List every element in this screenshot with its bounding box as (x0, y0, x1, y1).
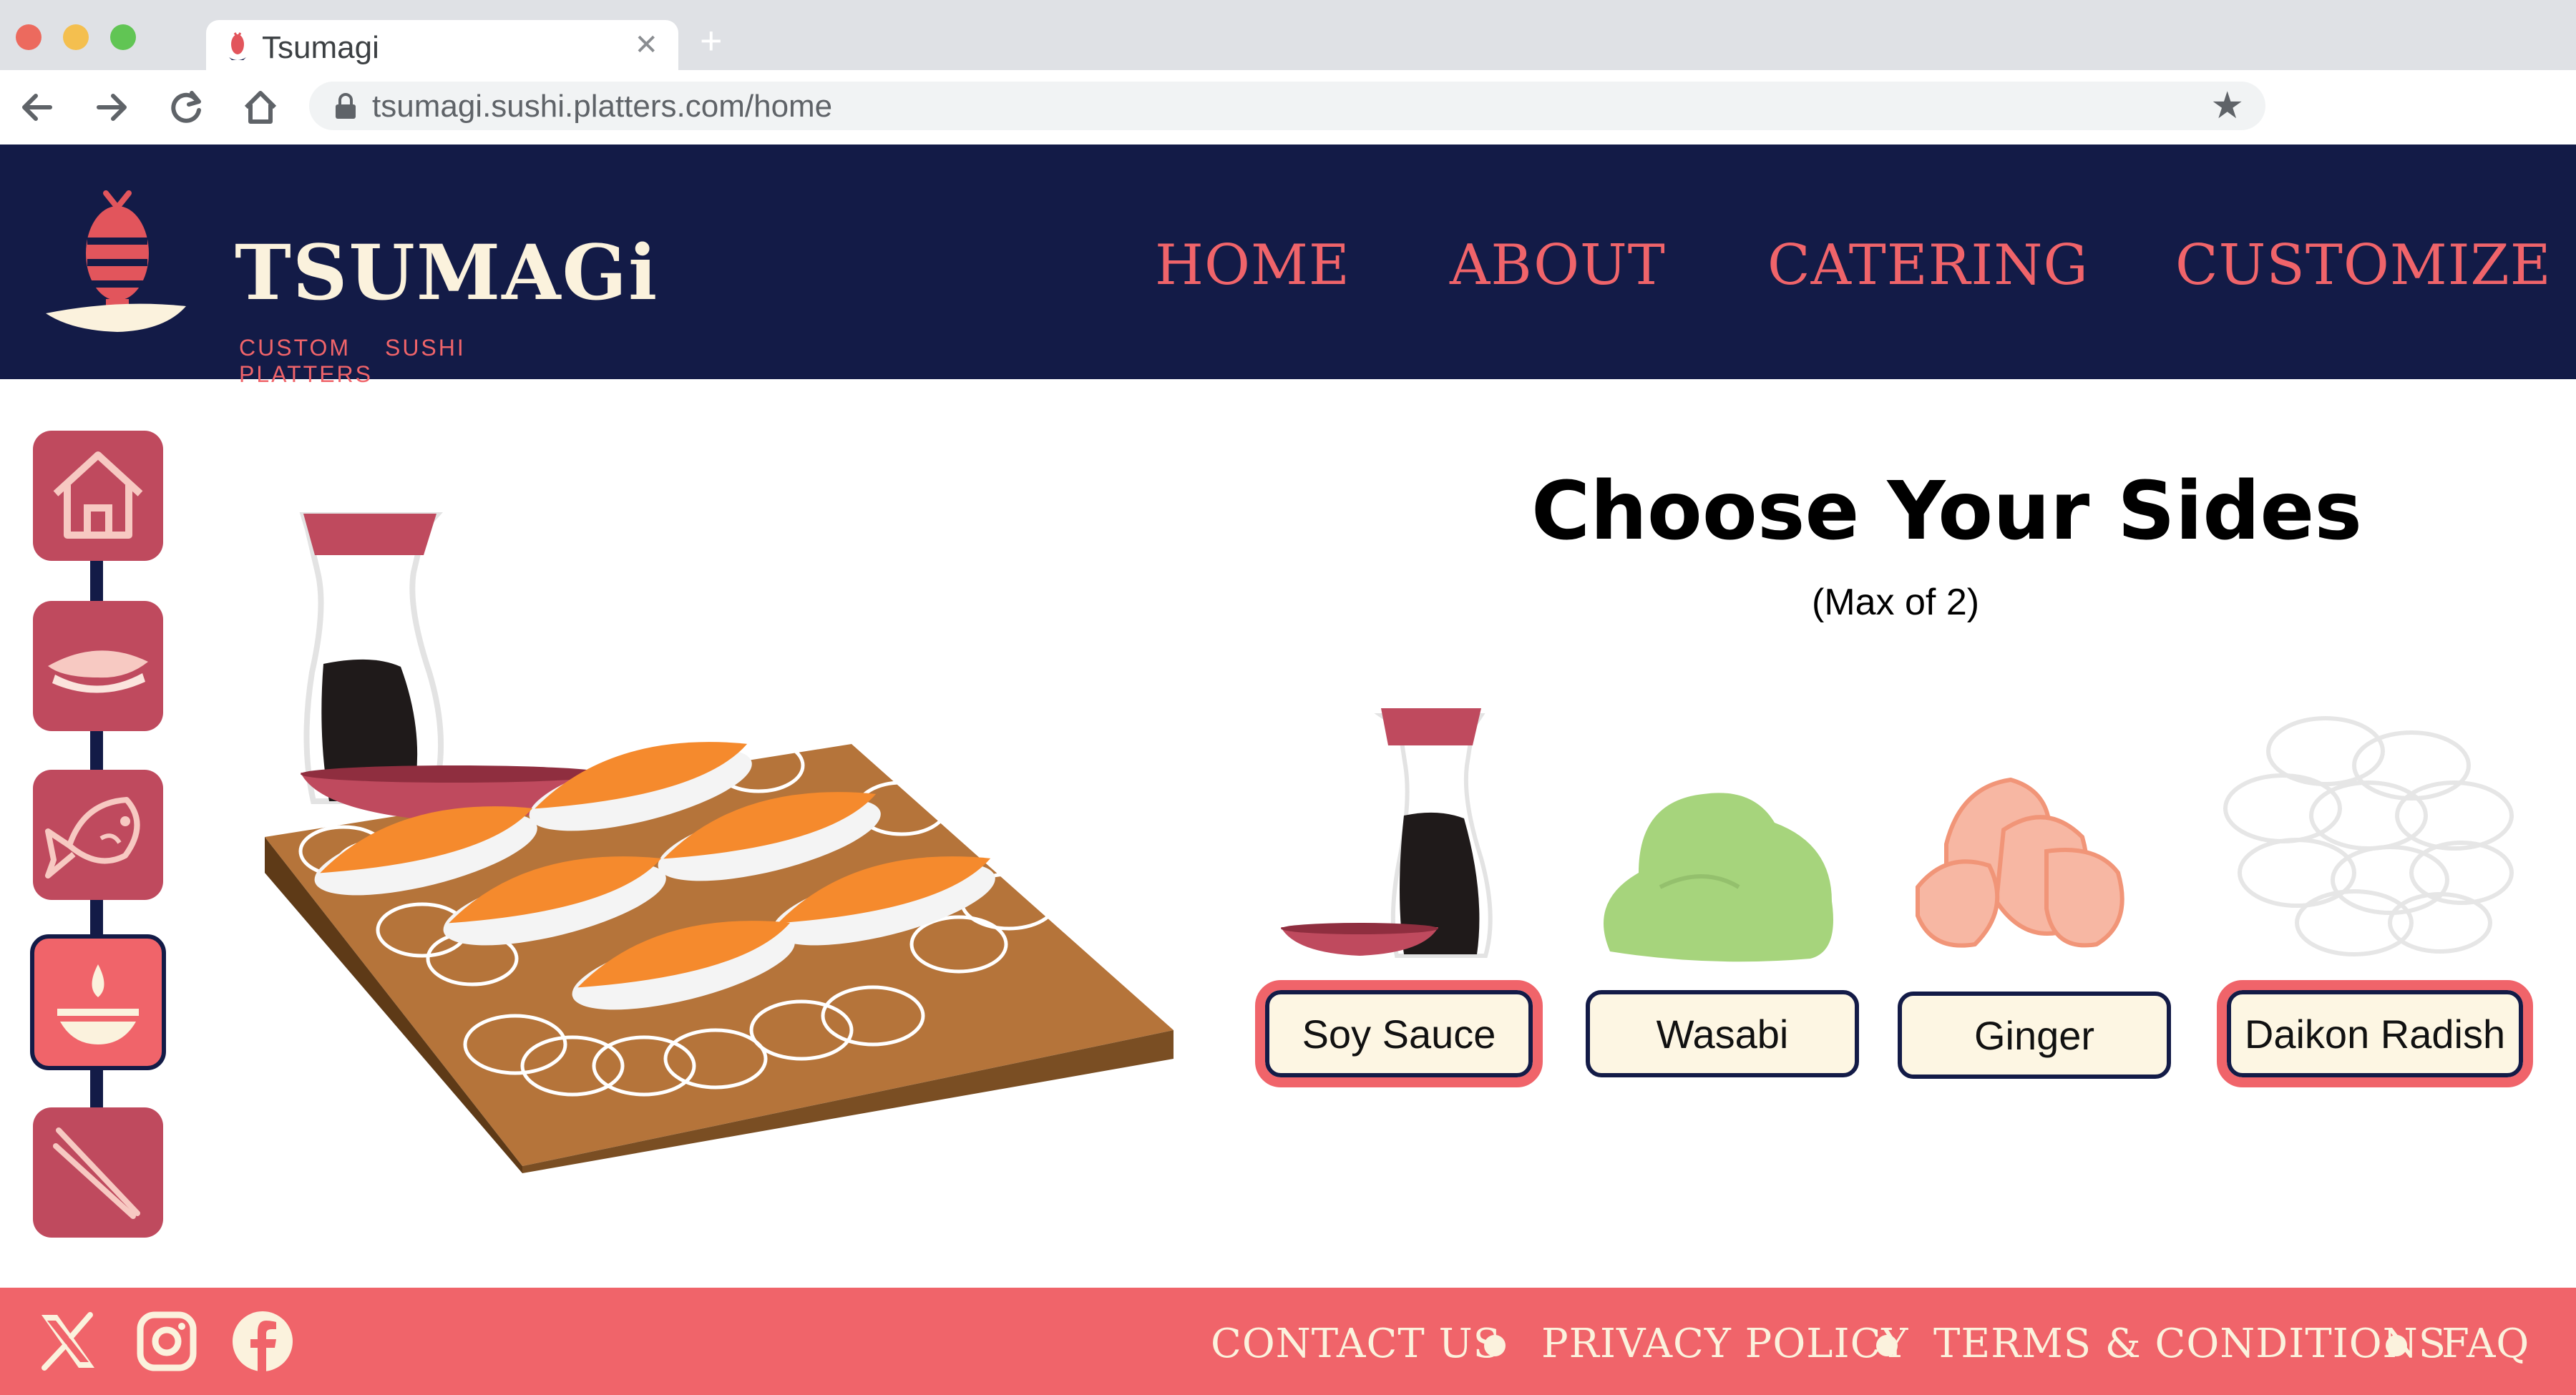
footer-separator (2386, 1335, 2407, 1356)
new-tab-button[interactable]: + (700, 21, 723, 60)
nav-customize[interactable]: CUSTOMIZE (2175, 233, 2552, 298)
wasabi-illustration[interactable] (1596, 780, 1839, 966)
close-window-button[interactable] (16, 24, 42, 50)
x-icon[interactable] (36, 1309, 100, 1374)
url-text: tsumagi.sushi.platters.com/home (372, 89, 833, 124)
shrimp-favicon-icon (229, 32, 246, 60)
home-icon (53, 451, 143, 539)
fish-icon (45, 797, 140, 878)
footer-separator (1484, 1335, 1506, 1356)
browser-toolbar: tsumagi.sushi.platters.com/home ★ (0, 70, 2576, 145)
bookmark-star-icon[interactable]: ★ (2210, 87, 2244, 124)
home-browser-icon[interactable] (239, 86, 282, 129)
soy-dish-icon (57, 964, 139, 1044)
browser-tab[interactable]: Tsumagi ✕ (206, 20, 678, 73)
side-nav-sides[interactable] (30, 934, 166, 1070)
minimize-window-button[interactable] (63, 24, 89, 50)
brand-tagline: CUSTOM SUSHI PLATTERS (239, 335, 466, 387)
nav-catering[interactable]: CATERING (1767, 233, 2089, 298)
facebook-icon[interactable] (230, 1309, 295, 1374)
shrimp-logo-icon (46, 190, 186, 332)
page-title: Choose Your Sides (1531, 465, 2363, 558)
brand-name: TSUMAGi (235, 227, 659, 317)
ginger-illustration[interactable] (1903, 765, 2175, 966)
brand-logo[interactable]: TSUMAGi CUSTOM SUSHI PLATTERS (43, 173, 657, 387)
sushi-platter-illustration (265, 512, 1174, 1173)
site-header: TSUMAGi CUSTOM SUSHI PLATTERS HOME ABOUT… (0, 145, 2576, 387)
chopsticks-icon (53, 1127, 140, 1219)
side-nav-nigiri[interactable] (33, 601, 163, 731)
option-ginger[interactable]: Ginger (1898, 992, 2171, 1079)
instagram-icon[interactable] (135, 1309, 199, 1374)
site-footer: CONTACT US PRIVACY POLICY TERMS & CONDIT… (0, 1288, 2576, 1395)
footer-terms[interactable]: TERMS & CONDITIONS (1933, 1321, 2446, 1367)
side-nav-chopsticks[interactable] (33, 1107, 163, 1238)
side-nav-fish[interactable] (33, 770, 163, 900)
option-wasabi[interactable]: Wasabi (1586, 990, 1859, 1077)
tab-strip: Tsumagi ✕ + (0, 0, 2576, 73)
nav-home[interactable]: HOME (1155, 233, 1350, 298)
reload-icon[interactable] (165, 86, 208, 129)
nigiri-icon (48, 650, 148, 693)
footer-faq[interactable]: FAQ (2441, 1321, 2529, 1367)
footer-contact-us[interactable]: CONTACT US (1211, 1321, 1501, 1367)
option-soy-sauce[interactable]: Soy Sauce (1255, 980, 1543, 1087)
maximize-window-button[interactable] (110, 24, 136, 50)
address-bar[interactable]: tsumagi.sushi.platters.com/home ★ (309, 82, 2265, 130)
side-nav-home[interactable] (33, 431, 163, 561)
daikon-radish-illustration[interactable] (2211, 708, 2526, 966)
footer-separator (1876, 1335, 1898, 1356)
nav-about[interactable]: ABOUT (1450, 233, 1666, 298)
page-subtitle: (Max of 2) (1812, 582, 1980, 623)
tab-close-icon[interactable]: ✕ (634, 29, 658, 62)
option-daikon-radish[interactable]: Daikon Radish (2217, 980, 2533, 1087)
soy-sauce-illustration[interactable] (1274, 701, 1517, 966)
back-arrow-icon[interactable] (16, 86, 59, 129)
browser-chrome: Tsumagi ✕ + tsumagi.sushi.platters.com/h… (0, 0, 2576, 145)
tab-title: Tsumagi (262, 30, 379, 65)
footer-privacy-policy[interactable]: PRIVACY POLICY (1541, 1321, 1908, 1367)
forward-arrow-icon[interactable] (90, 86, 133, 129)
lock-icon (336, 93, 356, 119)
